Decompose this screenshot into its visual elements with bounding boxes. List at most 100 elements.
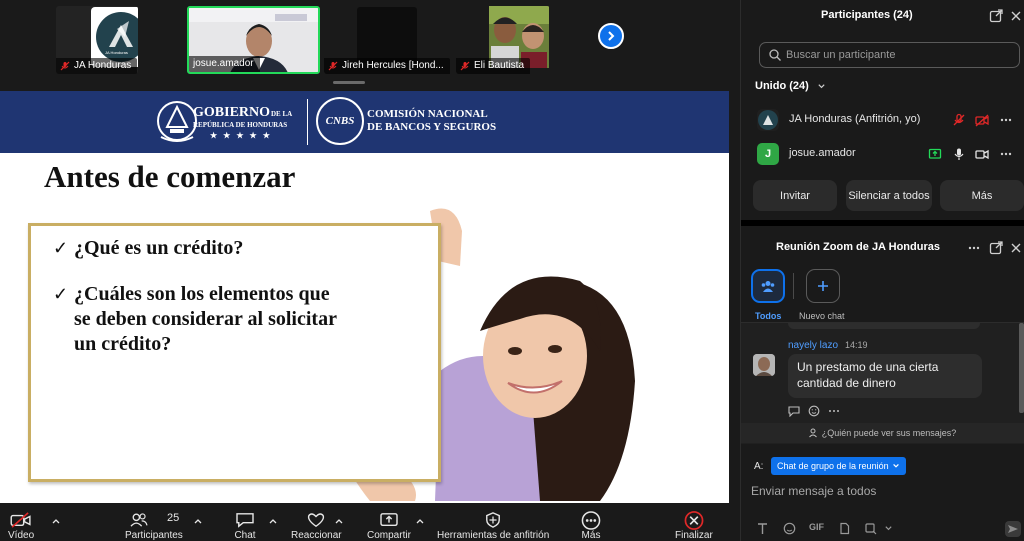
chat-panel-title: Reunión Zoom de JA Honduras bbox=[776, 241, 940, 253]
close-icon[interactable] bbox=[1009, 241, 1023, 255]
chevron-up-icon[interactable] bbox=[193, 516, 203, 526]
slide-bullet-2: ✓ ¿Cuáles son los elementos que se deben… bbox=[53, 282, 337, 357]
tab-everyone[interactable] bbox=[751, 269, 785, 303]
chat-scrollbar[interactable] bbox=[1019, 323, 1024, 413]
participant-search-box[interactable] bbox=[759, 42, 1020, 68]
mic-icon[interactable] bbox=[952, 147, 966, 161]
video-tile-eli-bautista[interactable]: Eli Bautista bbox=[456, 6, 550, 74]
video-tile-josue-amador[interactable]: josue.amador bbox=[187, 6, 320, 74]
react-label: Reaccionar bbox=[291, 530, 342, 541]
chat-message-input[interactable] bbox=[751, 481, 1011, 501]
chat-button[interactable]: Chat bbox=[234, 503, 256, 541]
people-icon bbox=[761, 281, 775, 292]
end-meeting-button[interactable]: Finalizar bbox=[675, 503, 713, 541]
participants-count: 25 bbox=[167, 512, 180, 524]
send-button[interactable] bbox=[1005, 521, 1021, 537]
chevron-up-icon[interactable] bbox=[51, 516, 61, 526]
who-can-see-messages-link[interactable]: ¿Quién puede ver sus mensajes? bbox=[741, 423, 1024, 443]
tile-name-label: Jireh Hercules [Hond... bbox=[324, 58, 450, 74]
chevron-right-icon bbox=[608, 31, 615, 41]
more-options-icon[interactable] bbox=[999, 113, 1013, 127]
gobierno-stars: ★ ★ ★ ★ ★ bbox=[210, 131, 272, 140]
emoji-icon[interactable] bbox=[783, 522, 796, 535]
tab-new-chat-label: Nuevo chat bbox=[799, 311, 845, 321]
previous-message-bubble bbox=[788, 323, 980, 329]
close-icon[interactable] bbox=[1009, 9, 1023, 23]
participant-row[interactable]: JA Honduras (Anfitrión, yo) bbox=[741, 106, 1024, 134]
cnbs-line2: DE BANCOS Y SEGUROS bbox=[367, 121, 497, 133]
tab-divider bbox=[793, 273, 794, 299]
ja-logo-caption: JA Honduras bbox=[105, 50, 128, 55]
joined-section-header[interactable]: Unido (24) bbox=[755, 80, 826, 92]
participant-row[interactable]: J josue.amador bbox=[741, 140, 1024, 168]
chevron-up-icon[interactable] bbox=[415, 516, 425, 526]
chat-label: Chat bbox=[234, 530, 256, 541]
cnbs-emblem: CNBS bbox=[316, 97, 364, 145]
tile-name: josue.amador bbox=[193, 58, 254, 69]
mic-muted-icon[interactable] bbox=[952, 113, 966, 127]
person-info-icon bbox=[808, 428, 817, 438]
invite-button[interactable]: Invitar bbox=[753, 180, 837, 211]
mute-all-button[interactable]: Silenciar a todos bbox=[846, 180, 932, 211]
slide-title: Antes de comenzar bbox=[44, 159, 296, 194]
chevron-down-icon[interactable] bbox=[884, 522, 893, 535]
more-button[interactable]: Más bbox=[580, 503, 602, 541]
chevron-down-icon bbox=[892, 463, 899, 468]
message-bubble[interactable]: Un prestamo de una cierta cantidad de di… bbox=[788, 354, 982, 398]
gobierno-de-la: DE LA bbox=[271, 110, 293, 118]
screenshot-icon[interactable] bbox=[864, 522, 877, 535]
cnbs-emblem-text: CNBS bbox=[325, 115, 355, 127]
mic-muted-icon bbox=[328, 61, 338, 71]
recipient-dropdown[interactable]: Chat de grupo de la reunión bbox=[771, 457, 906, 475]
bullet-line: ¿Cuáles son los elementos que bbox=[74, 283, 330, 305]
next-page-button[interactable] bbox=[598, 23, 624, 49]
add-reaction-icon[interactable] bbox=[808, 405, 820, 417]
video-off-placeholder bbox=[357, 7, 417, 63]
tile-name-label: JA Honduras bbox=[56, 58, 138, 74]
reply-icon[interactable] bbox=[788, 405, 800, 417]
tile-name-label: josue.amador bbox=[189, 56, 260, 72]
tab-new-chat[interactable] bbox=[806, 269, 840, 303]
chevron-up-icon[interactable] bbox=[334, 516, 344, 526]
message-text-line: cantidad de dinero bbox=[797, 376, 896, 390]
video-button[interactable]: Vídeo bbox=[8, 503, 34, 541]
host-tools-button[interactable]: Herramientas de anfitrión bbox=[437, 503, 549, 541]
video-strip: JA Honduras JA Honduras josue.amador Jir… bbox=[0, 0, 740, 80]
message-text-line: Un prestamo de una cierta bbox=[797, 360, 939, 374]
recipient-value: Chat de grupo de la reunión bbox=[777, 461, 889, 471]
video-off-icon[interactable] bbox=[975, 113, 989, 127]
joined-section-label: Unido (24) bbox=[755, 80, 809, 92]
more-label: Más bbox=[581, 530, 601, 541]
people-icon bbox=[130, 513, 148, 527]
tile-name-label: Eli Bautista bbox=[456, 58, 531, 74]
slide-bullet-1: ✓ ¿Qué es un crédito? bbox=[53, 236, 243, 261]
video-tile-ja-honduras[interactable]: JA Honduras JA Honduras bbox=[56, 6, 138, 74]
pop-out-icon[interactable] bbox=[989, 9, 1003, 23]
more-options-icon[interactable] bbox=[967, 241, 981, 255]
pop-out-icon[interactable] bbox=[989, 241, 1003, 255]
check-icon: ✓ bbox=[53, 238, 69, 258]
bullet-line: un crédito? bbox=[74, 333, 172, 355]
video-icon[interactable] bbox=[975, 147, 989, 161]
check-icon: ✓ bbox=[53, 284, 69, 304]
mic-muted-icon bbox=[460, 61, 470, 71]
mic-muted-icon bbox=[60, 61, 70, 71]
more-options-icon[interactable] bbox=[999, 147, 1013, 161]
video-strip-resize-handle[interactable] bbox=[333, 81, 365, 84]
message-sender[interactable]: nayely lazo bbox=[788, 340, 838, 351]
avatar: J bbox=[757, 143, 779, 165]
chevron-up-icon[interactable] bbox=[268, 516, 278, 526]
slide-banner: GOBIERNO DE LA REPÚBLICA DE HONDURAS ★ ★… bbox=[0, 91, 729, 153]
video-tile-jireh-hercules[interactable]: Jireh Hercules [Hond... bbox=[324, 6, 454, 74]
chat-message-list: nayely lazo 14:19 Un prestamo de una cie… bbox=[741, 322, 1024, 444]
participant-search-input[interactable] bbox=[786, 49, 1006, 61]
file-icon[interactable] bbox=[838, 522, 851, 535]
recipient-label: A: bbox=[754, 461, 764, 472]
message-time: 14:19 bbox=[845, 340, 868, 350]
gif-button[interactable]: GIF bbox=[809, 522, 824, 532]
text-format-icon[interactable] bbox=[756, 522, 769, 535]
more-options-icon[interactable] bbox=[828, 405, 840, 417]
share-screen-button[interactable]: Compartir bbox=[367, 503, 411, 541]
participants-more-button[interactable]: Más bbox=[940, 180, 1024, 211]
meeting-area: JA Honduras JA Honduras josue.amador Jir… bbox=[0, 0, 740, 541]
